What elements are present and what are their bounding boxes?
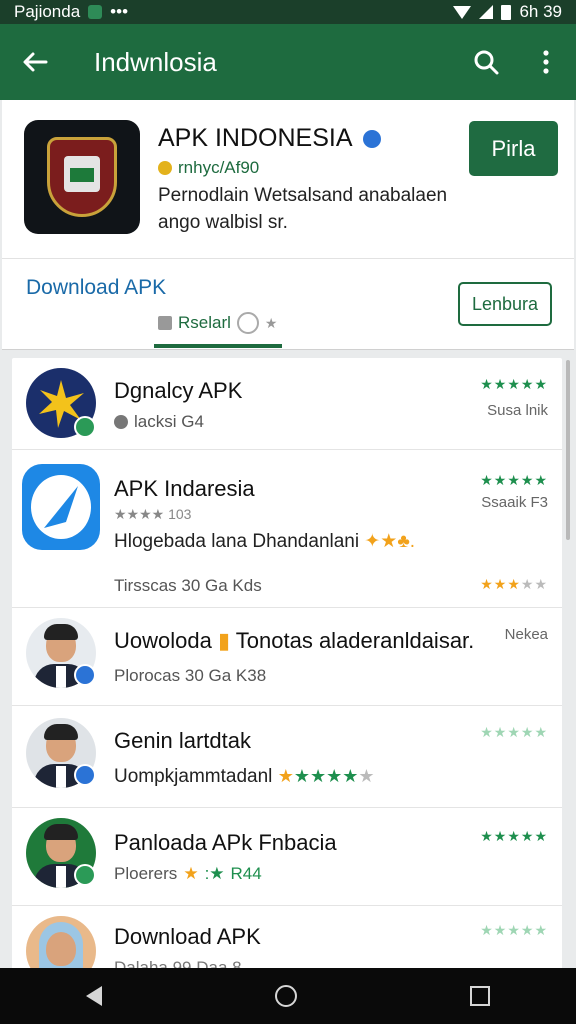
app-header-card: APK INDONESIA rnhyc/Af90 Pernodlain Wets… [2, 100, 574, 350]
item-title: APK Indaresia [114, 476, 255, 501]
item-right-label: Ssaaik F3 [481, 494, 548, 511]
star-icon: ★ [183, 864, 199, 883]
secondary-button[interactable]: Lenbura [458, 282, 552, 326]
system-nav-bar [0, 968, 576, 1024]
scrollbar[interactable] [566, 360, 570, 540]
hair-shape [44, 624, 78, 640]
shirt-shape [56, 766, 66, 788]
item-meta: Plorocas 30 Ga K38 [114, 666, 267, 685]
list-item[interactable]: APK Indaresia ★★★★ 103 Hlogebada lana Dh… [12, 450, 562, 608]
meta-row[interactable]: Rselarl ★ [158, 312, 277, 334]
app-list: Dgnalcy APK lacksi G4 ★★★★★ Susa lnik AP… [12, 358, 562, 970]
door-icon: ▮ [217, 628, 236, 653]
rating-stars: ★★★★★ [480, 922, 548, 938]
item-meta-text: Ploerers [114, 864, 178, 883]
list-item[interactable]: Dgnalcy APK lacksi G4 ★★★★★ Susa lnik [12, 358, 562, 450]
wifi-icon [453, 5, 472, 19]
item-title: Uowoloda ▮ Tonotas aladeranldaisar... [114, 628, 474, 654]
avatar [26, 916, 96, 970]
install-button[interactable]: Pirla [469, 121, 558, 176]
item-description-text: Hlogebada lana Dhandanlani [114, 531, 360, 552]
mixed-rating-stars: ★★★★★ [480, 576, 548, 592]
meta-label[interactable]: Rselarl [178, 313, 231, 333]
app-bar-title: Indwnlosia [94, 46, 217, 77]
verified-badge-icon [74, 416, 96, 438]
rating-stars: ★★★★★ [480, 472, 548, 488]
arrow-left-icon [23, 52, 48, 72]
item-meta: Tirsscas 30 Ga Kds [114, 576, 262, 595]
header-divider [2, 258, 574, 259]
item-meta-text: Uompkjammtadanl [114, 766, 273, 787]
developer-name[interactable]: rnhyc/Af90 [178, 158, 259, 178]
item-title-text: Uowoloda [114, 628, 218, 653]
item-meta: Ploerers ★ :★ R44 [114, 864, 262, 884]
verified-badge-icon [74, 764, 96, 786]
item-description: Hlogebada lana Dhandanlani ✦★♣. [114, 530, 415, 553]
item-title: Dgnalcy APK [114, 378, 243, 403]
list-item[interactable]: Download APK Dalaha 99 Daa 8 ★★★★★ [12, 906, 562, 970]
rating-stars-inline: ★★★★★★ [277, 766, 375, 786]
verified-badge-icon [74, 664, 96, 686]
item-subtitle: lacksi G4 [114, 412, 204, 432]
battery-icon [501, 4, 512, 20]
signal-icon [479, 5, 494, 19]
developer-badge-icon [158, 161, 172, 175]
more-notifications-icon: ••• [110, 2, 129, 21]
emoji-icons: ✦★♣. [364, 531, 416, 552]
list-item[interactable]: Genin lartdtak Uompkjammtadanl ★★★★★★ ★★… [12, 706, 562, 808]
rating-stars: ★★★★★ [480, 828, 548, 844]
item-title: Genin lartdtak [114, 728, 251, 753]
item-title: Download APK [114, 924, 261, 949]
nav-recent-apps-icon[interactable] [469, 986, 490, 1006]
status-bar: Pajionda ••• 6h 39 [0, 0, 576, 24]
item-meta: Uompkjammtadanl ★★★★★★ [114, 766, 375, 788]
lock-icon [158, 316, 172, 330]
hair-shape [44, 724, 78, 740]
list-item[interactable]: Uowoloda ▮ Tonotas aladeranldaisar... Pl… [12, 608, 562, 706]
app-name: APK INDONESIA [158, 124, 381, 153]
search-icon [474, 50, 499, 75]
overflow-menu-button[interactable] [516, 24, 576, 100]
hair-shape [44, 824, 78, 840]
item-right-label: Susa lnik [487, 402, 548, 419]
back-button[interactable] [0, 24, 70, 100]
download-apk-link[interactable]: Download APK [26, 276, 166, 300]
face-shape [46, 932, 76, 966]
tab-indicator [154, 344, 282, 348]
nav-home-icon[interactable] [274, 985, 297, 1007]
item-subtitle-text: lacksi G4 [134, 412, 204, 431]
status-time: 6h 39 [519, 2, 562, 21]
shirt-shape [56, 866, 66, 888]
rating-stars: ★★★★★ [480, 724, 548, 740]
star-icon: ★ [264, 314, 278, 331]
verified-badge-icon [74, 864, 96, 886]
developer-line[interactable]: rnhyc/Af90 [158, 158, 259, 178]
item-title-rest: Tonotas aladeranldaisar... [235, 628, 474, 653]
app-emblem-icon [24, 120, 140, 234]
item-right-label: Nekea [504, 626, 548, 643]
notification-icon [88, 5, 103, 19]
search-button[interactable] [456, 24, 516, 100]
garuda-emblem-icon [47, 137, 117, 217]
verified-badge-icon [362, 129, 381, 148]
nav-back-icon[interactable] [86, 986, 103, 1006]
rating-stars: ★★★★★ [480, 376, 548, 392]
feather-app-icon [22, 464, 100, 550]
list-item[interactable]: Panloada APk Fnbacia Ploerers ★ :★ R44 ★★… [12, 808, 562, 906]
item-title: Panloada APk Fnbacia [114, 830, 337, 855]
star-icon: :★ [204, 864, 225, 883]
app-bar: Indwnlosia [0, 24, 576, 100]
status-left-text: Pajionda [14, 2, 81, 21]
more-vert-icon [543, 50, 549, 74]
item-rating: ★★★★ 103 [114, 506, 192, 522]
app-name-text: APK INDONESIA [158, 124, 353, 152]
settings-circle-icon [236, 312, 259, 334]
cloud-icon [114, 415, 128, 429]
app-description: Pernodlain Wetsalsand anabalaen ango wal… [158, 185, 448, 233]
item-rating: R44 [230, 864, 262, 883]
shirt-shape [56, 666, 66, 688]
